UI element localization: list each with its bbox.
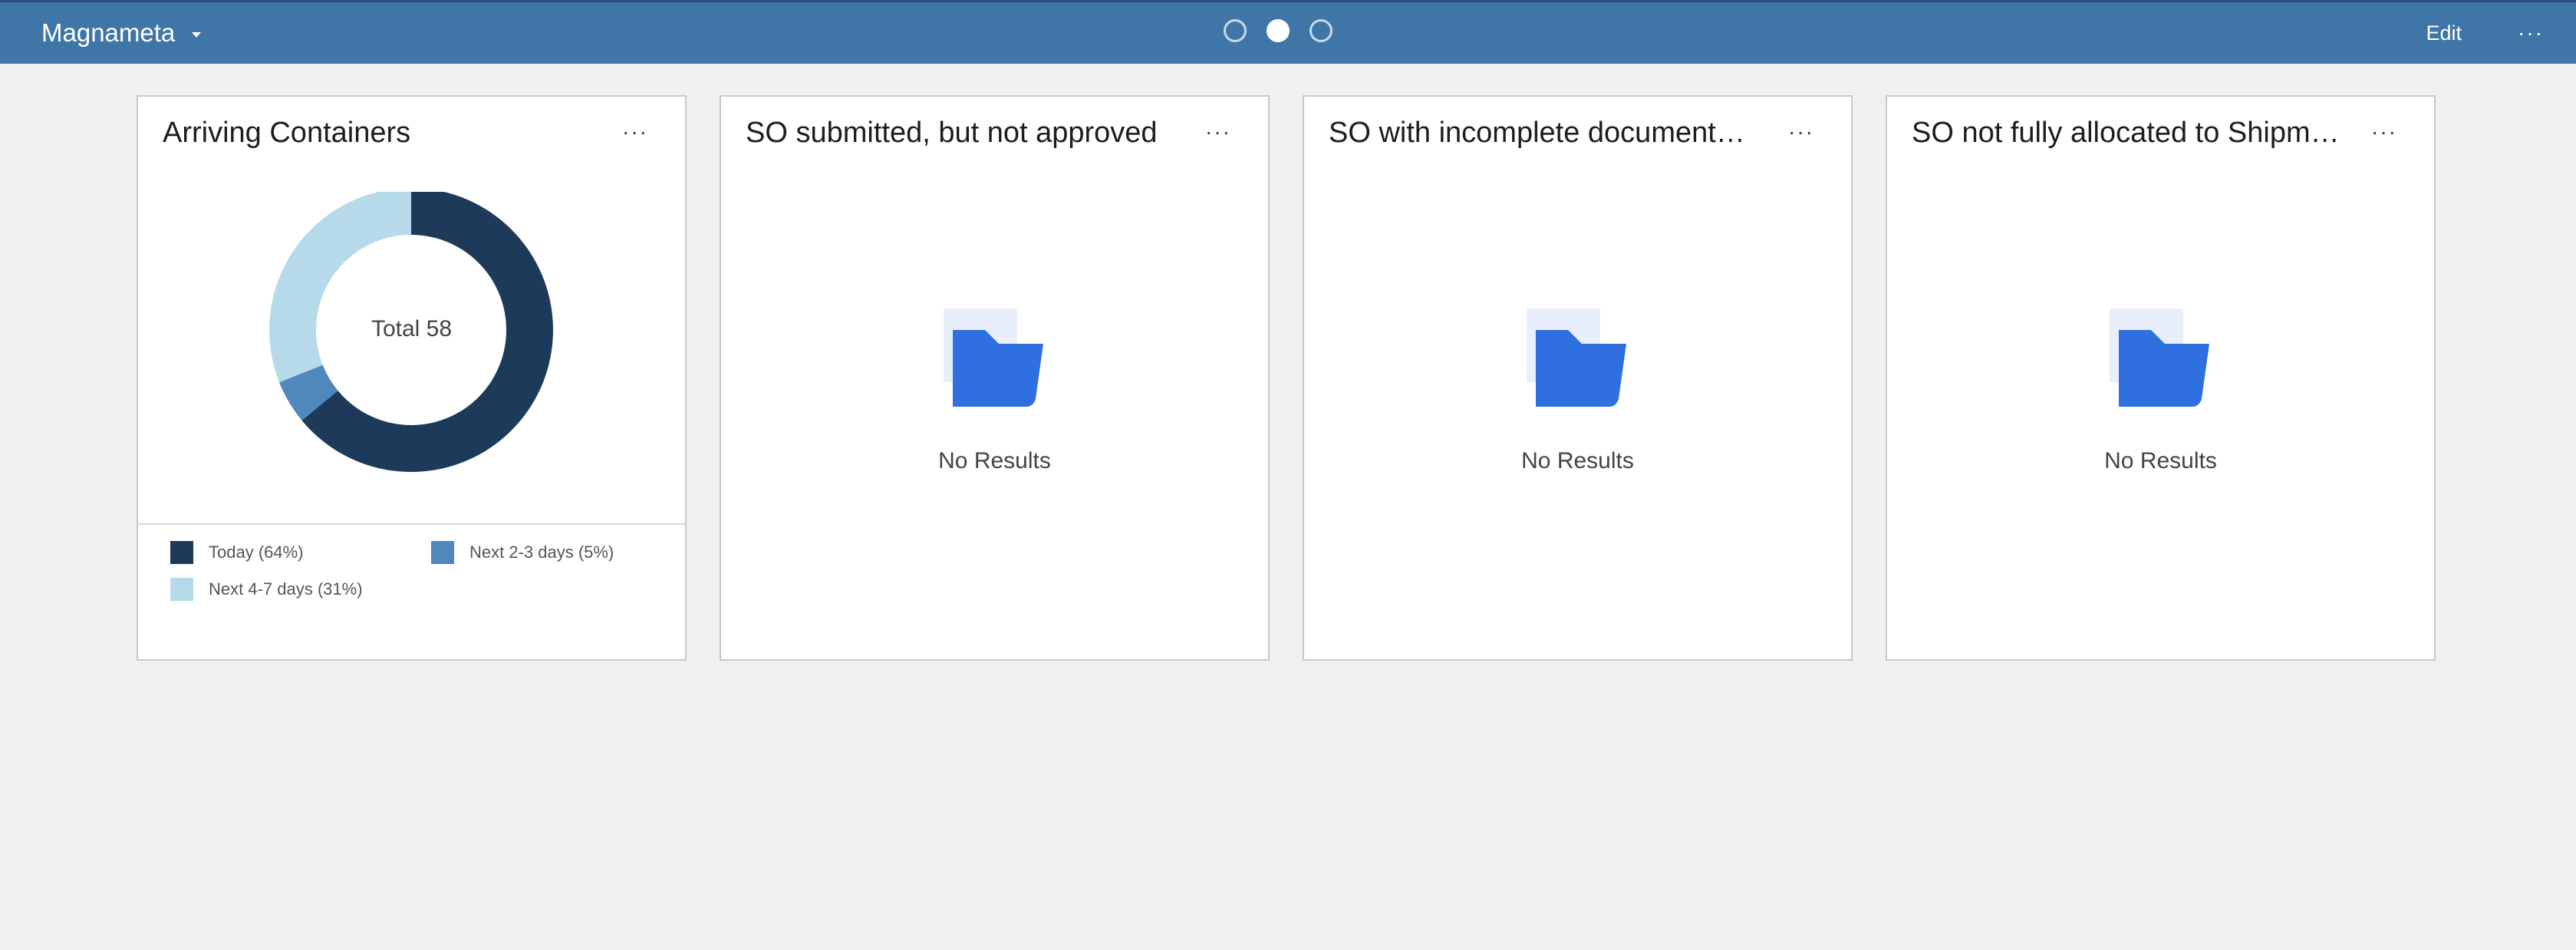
donut-chart: Total 58 [138, 188, 685, 483]
donut-total-label: Total 58 [371, 316, 453, 341]
widget-so-not-fully-allocated: SO not fully allocated to Shipments ··· … [1886, 95, 2436, 661]
more-horizontal-icon[interactable]: ··· [2518, 22, 2544, 44]
page-dot-1[interactable] [1224, 19, 1247, 42]
widget-title: SO not fully allocated to Shipments [1912, 117, 2341, 149]
donut-slice-next-4-7-days[interactable] [268, 188, 411, 383]
widget-so-incomplete-documentation: SO with incomplete documentation ··· No … [1303, 95, 1853, 661]
legend-item-today[interactable]: Today (64%) [170, 541, 304, 564]
no-results-text: No Results [2104, 448, 2217, 473]
empty-state: No Results [721, 308, 1268, 474]
legend-swatch [170, 541, 193, 564]
top-navigation-bar: Magnameta Edit ··· [0, 0, 2576, 64]
more-horizontal-icon[interactable]: ··· [622, 121, 648, 143]
legend-item-next-2-3-days[interactable]: Next 2-3 days (5%) [431, 541, 614, 564]
legend-swatch [170, 578, 193, 601]
widget-title: SO with incomplete documentation [1329, 117, 1758, 149]
legend-label: Today (64%) [209, 543, 304, 562]
chevron-down-icon [192, 31, 202, 38]
legend-label: Next 2-3 days (5%) [469, 543, 614, 562]
page-dot-3[interactable] [1309, 19, 1332, 42]
divider [138, 523, 685, 525]
legend-item-next-4-7-days[interactable]: Next 4-7 days (31%) [170, 578, 363, 601]
widget-so-submitted-not-approved: SO submitted, but not approved ··· No Re… [720, 95, 1270, 661]
widget-title: SO submitted, but not approved [746, 117, 1158, 149]
folder-icon [2109, 308, 2209, 407]
no-results-text: No Results [938, 448, 1051, 473]
edit-button[interactable]: Edit [2426, 2, 2462, 64]
empty-state: No Results [1304, 308, 1851, 474]
workspace-selector[interactable]: Magnameta [41, 2, 202, 64]
no-results-text: No Results [1521, 448, 1634, 473]
empty-state: No Results [1887, 308, 2434, 474]
legend-label: Next 4-7 days (31%) [209, 579, 363, 599]
folder-icon [1526, 308, 1626, 407]
workspace-name: Magnameta [41, 18, 176, 47]
dashboard-page-indicator [1224, 19, 1332, 42]
page-dot-2[interactable] [1267, 19, 1290, 42]
more-horizontal-icon[interactable]: ··· [2371, 121, 2397, 143]
more-horizontal-icon[interactable]: ··· [1205, 121, 1231, 143]
folder-icon [943, 308, 1043, 407]
widget-arriving-containers: Arriving Containers ··· Total 58 Today (… [137, 95, 687, 661]
widget-title: Arriving Containers [163, 117, 411, 149]
legend-swatch [431, 541, 454, 564]
more-horizontal-icon[interactable]: ··· [1788, 121, 1814, 143]
